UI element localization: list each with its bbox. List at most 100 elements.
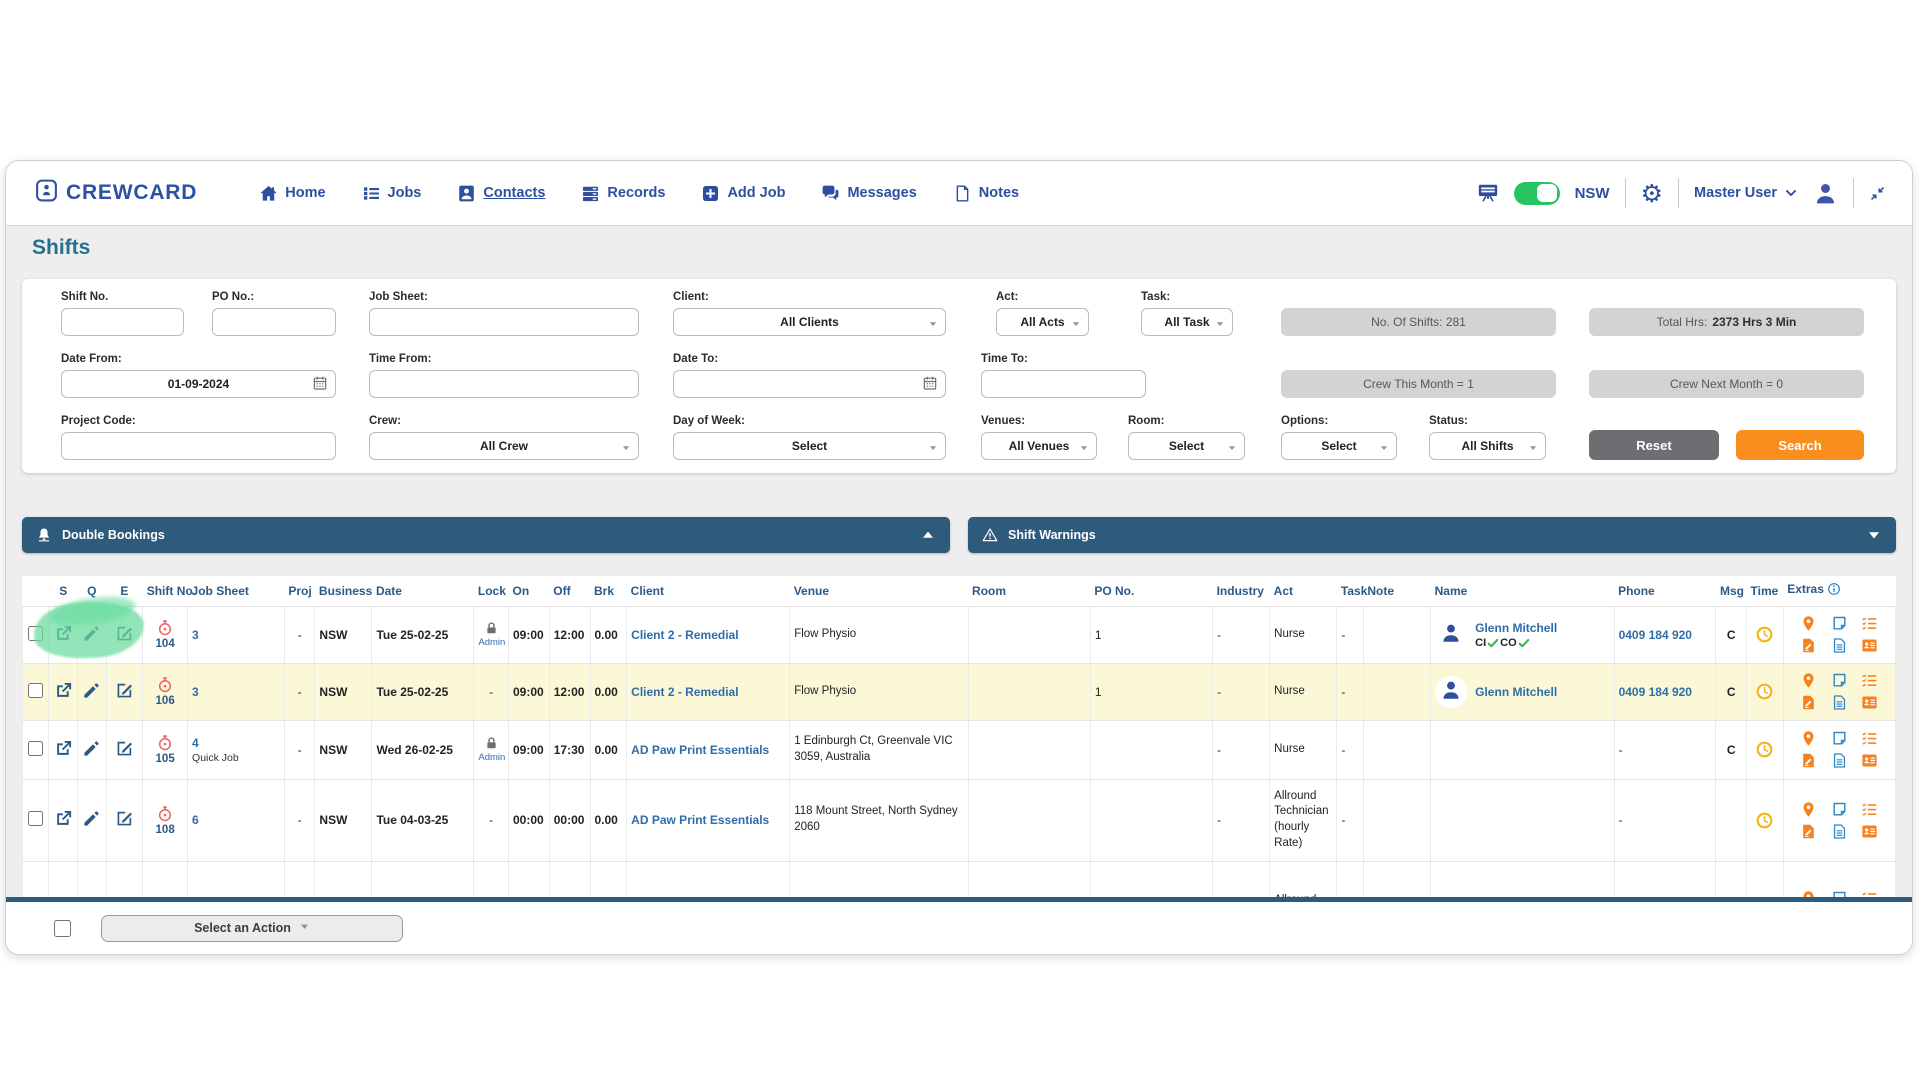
- job-sheet-link[interactable]: 3: [192, 685, 199, 699]
- clock-icon[interactable]: [1751, 740, 1779, 759]
- edit-note-icon[interactable]: [115, 681, 134, 700]
- crewcard-logo[interactable]: CREWCARD: [34, 178, 197, 208]
- checklist-icon[interactable]: [1861, 730, 1878, 747]
- job-sheet-link[interactable]: 4: [192, 736, 199, 750]
- location-pin-icon[interactable]: [1800, 615, 1817, 632]
- note-icon[interactable]: [1831, 890, 1848, 898]
- client-link[interactable]: AD Paw Print Essentials: [631, 813, 769, 827]
- po-no-input[interactable]: [212, 308, 336, 336]
- timer-icon[interactable]: [147, 734, 183, 752]
- edit-note-icon[interactable]: [115, 624, 134, 643]
- id-card-icon[interactable]: [1861, 823, 1878, 840]
- nav-item-contacts[interactable]: Contacts: [457, 184, 545, 203]
- share-icon[interactable]: [54, 809, 73, 828]
- location-pin-icon[interactable]: [1800, 890, 1817, 898]
- nav-item-jobs[interactable]: Jobs: [362, 184, 422, 203]
- note-icon[interactable]: [1831, 801, 1848, 818]
- share-icon[interactable]: [54, 624, 73, 643]
- checklist-icon[interactable]: [1861, 672, 1878, 689]
- shift-warnings-panel[interactable]: Shift Warnings: [968, 517, 1896, 553]
- nav-item-records[interactable]: Records: [581, 184, 665, 203]
- row-checkbox[interactable]: [28, 626, 43, 641]
- clock-icon[interactable]: [1751, 682, 1779, 701]
- pencil-icon[interactable]: [82, 809, 101, 828]
- id-card-icon[interactable]: [1861, 637, 1878, 654]
- status-select[interactable]: All Shifts: [1429, 432, 1546, 460]
- job-sheet-link[interactable]: 3: [192, 628, 199, 642]
- timer-icon[interactable]: [147, 805, 183, 823]
- act-select[interactable]: All Acts: [996, 308, 1089, 336]
- pencil-icon[interactable]: [82, 681, 101, 700]
- document-icon[interactable]: [1831, 637, 1848, 654]
- job-sheet-link[interactable]: 6: [192, 813, 199, 827]
- sign-document-icon[interactable]: [1800, 823, 1817, 840]
- nav-item-add-job[interactable]: Add Job: [701, 184, 785, 203]
- note-icon[interactable]: [1831, 672, 1848, 689]
- sign-document-icon[interactable]: [1800, 752, 1817, 769]
- timer-icon[interactable]: [147, 676, 183, 694]
- info-icon[interactable]: [1827, 582, 1841, 599]
- location-pin-icon[interactable]: [1800, 672, 1817, 689]
- sign-document-icon[interactable]: [1800, 694, 1817, 711]
- client-link[interactable]: AD Paw Print Essentials: [631, 743, 769, 757]
- region-toggle[interactable]: [1514, 182, 1560, 205]
- crew-name-link[interactable]: Glenn Mitchell: [1475, 685, 1557, 699]
- gear-icon[interactable]: ⚙: [1641, 181, 1663, 206]
- row-checkbox[interactable]: [28, 741, 43, 756]
- timer-icon[interactable]: [147, 619, 183, 637]
- row-checkbox[interactable]: [28, 683, 43, 698]
- id-card-icon[interactable]: [1861, 752, 1878, 769]
- reset-button[interactable]: Reset: [1589, 430, 1719, 460]
- options-select[interactable]: Select: [1281, 432, 1397, 460]
- sign-document-icon[interactable]: [1800, 637, 1817, 654]
- edit-note-icon[interactable]: [115, 739, 134, 758]
- note-icon[interactable]: [1831, 730, 1848, 747]
- room-select[interactable]: Select: [1128, 432, 1245, 460]
- location-pin-icon[interactable]: [1800, 801, 1817, 818]
- document-icon[interactable]: [1831, 752, 1848, 769]
- crew-name-link[interactable]: Glenn Mitchell: [1475, 621, 1557, 635]
- document-icon[interactable]: [1831, 694, 1848, 711]
- clock-icon[interactable]: [1751, 811, 1779, 830]
- share-icon[interactable]: [54, 681, 73, 700]
- job-sheet-input[interactable]: [369, 308, 639, 336]
- location-pin-icon[interactable]: [1800, 730, 1817, 747]
- time-to-input[interactable]: [981, 370, 1146, 398]
- phone-link[interactable]: 0409 184 920: [1619, 685, 1692, 699]
- crew-select[interactable]: All Crew: [369, 432, 639, 460]
- day-of-week-select[interactable]: Select: [673, 432, 946, 460]
- id-card-icon[interactable]: [1861, 694, 1878, 711]
- task-select[interactable]: All Task: [1141, 308, 1233, 336]
- checklist-icon[interactable]: [1861, 890, 1878, 898]
- nav-item-notes[interactable]: Notes: [953, 184, 1019, 203]
- project-code-input[interactable]: [61, 432, 336, 460]
- checklist-icon[interactable]: [1861, 615, 1878, 632]
- nav-item-messages[interactable]: Messages: [821, 184, 916, 203]
- share-icon[interactable]: [54, 739, 73, 758]
- collapse-button[interactable]: [1869, 185, 1886, 202]
- note-icon[interactable]: [1831, 615, 1848, 632]
- phone-link[interactable]: 0409 184 920: [1619, 628, 1692, 642]
- calendar-icon[interactable]: [922, 375, 938, 396]
- document-icon[interactable]: [1831, 823, 1848, 840]
- row-checkbox[interactable]: [28, 811, 43, 826]
- date-from-input[interactable]: [61, 370, 336, 398]
- time-from-input[interactable]: [369, 370, 639, 398]
- client-link[interactable]: Client 2 - Remedial: [631, 685, 738, 699]
- calendar-icon[interactable]: [312, 375, 328, 396]
- select-all-checkbox[interactable]: [54, 920, 71, 937]
- date-to-input[interactable]: [673, 370, 946, 398]
- pencil-icon[interactable]: [82, 739, 101, 758]
- select-action-button[interactable]: Select an Action: [101, 915, 403, 942]
- user-menu[interactable]: Master User: [1694, 185, 1798, 201]
- pencil-icon[interactable]: [82, 624, 101, 643]
- venues-select[interactable]: All Venues: [981, 432, 1097, 460]
- user-avatar-button[interactable]: [1813, 181, 1838, 206]
- shift-no-input[interactable]: [61, 308, 184, 336]
- client-select[interactable]: All Clients: [673, 308, 946, 336]
- double-bookings-panel[interactable]: Double Bookings: [22, 517, 950, 553]
- edit-note-icon[interactable]: [115, 809, 134, 828]
- clock-icon[interactable]: [1751, 625, 1779, 644]
- search-button[interactable]: Search: [1736, 430, 1864, 460]
- nav-item-home[interactable]: Home: [259, 184, 325, 203]
